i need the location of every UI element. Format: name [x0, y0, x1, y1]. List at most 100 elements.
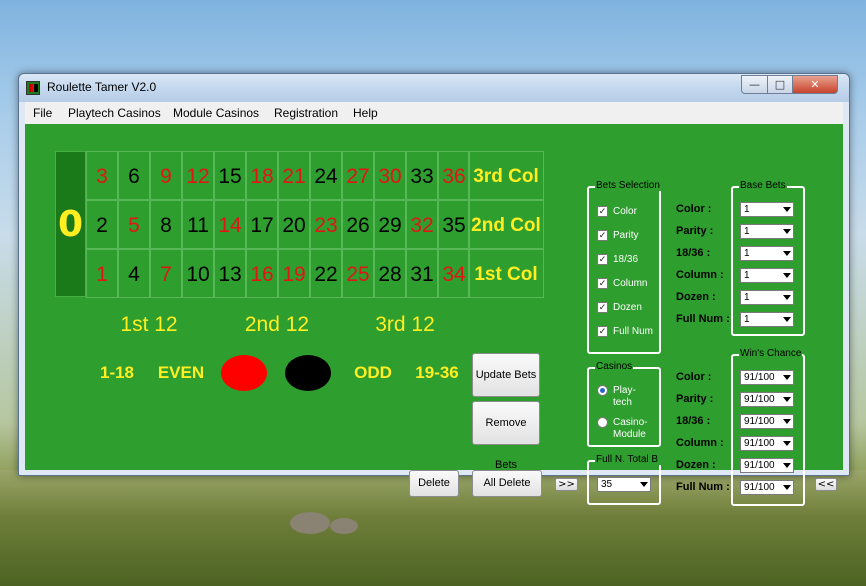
number-19[interactable]: 19 — [278, 249, 310, 298]
number-18[interactable]: 18 — [246, 151, 278, 200]
red-bet[interactable] — [221, 355, 267, 391]
full-total-select[interactable]: 35 — [597, 477, 651, 492]
bets-selection-full-num[interactable]: ✓ Full Num — [597, 326, 653, 337]
wins-chance-select[interactable]: 91/100 — [740, 480, 794, 495]
dozen-2-bet[interactable]: 2nd 12 — [213, 300, 341, 349]
expand-button[interactable]: >> — [555, 478, 578, 491]
number-12[interactable]: 12 — [182, 151, 214, 200]
odd-bet[interactable]: ODD — [341, 349, 405, 397]
number-2[interactable]: 2 — [86, 200, 118, 249]
number-21[interactable]: 21 — [278, 151, 310, 200]
checkbox-icon[interactable]: ✓ — [597, 326, 608, 337]
base-bet-select[interactable]: 1 — [740, 290, 794, 305]
number-8[interactable]: 8 — [150, 200, 182, 249]
bets-selection-column[interactable]: ✓ Column — [597, 278, 647, 289]
black-bet[interactable] — [285, 355, 331, 391]
base-bet-select[interactable]: 1 — [740, 246, 794, 261]
number-5[interactable]: 5 — [118, 200, 150, 249]
bets-selection-title: Bets Selection — [595, 180, 661, 191]
number-31[interactable]: 31 — [406, 249, 438, 298]
number-13[interactable]: 13 — [214, 249, 246, 298]
checkbox-label: Dozen — [613, 302, 642, 314]
number-22[interactable]: 22 — [310, 249, 342, 298]
menu-help[interactable]: Help — [353, 106, 378, 120]
base-bet-select[interactable]: 1 — [740, 224, 794, 239]
collapse-button[interactable]: << — [815, 478, 837, 491]
high-19-36-bet[interactable]: 19-36 — [405, 349, 469, 397]
bets-selection-parity[interactable]: ✓ Parity — [597, 230, 639, 241]
checkbox-icon[interactable]: ✓ — [597, 278, 608, 289]
number-28[interactable]: 28 — [374, 249, 406, 298]
base-bet-select[interactable]: 1 — [740, 202, 794, 217]
number-20[interactable]: 20 — [278, 200, 310, 249]
wins-chance-label: Dozen : — [676, 459, 716, 471]
number-zero[interactable]: 0 — [55, 151, 86, 297]
menu-module-casinos[interactable]: Module Casinos — [173, 106, 259, 120]
base-bet-select[interactable]: 1 — [740, 268, 794, 283]
bets-selection-color[interactable]: ✓ Color — [597, 206, 637, 217]
number-33[interactable]: 33 — [406, 151, 438, 200]
full-total-title: Full N. Total B — [595, 454, 661, 465]
radio-playtech[interactable]: Play-tech — [597, 385, 657, 409]
column-1-bet[interactable]: 1st Col — [468, 249, 544, 298]
number-36[interactable]: 36 — [438, 151, 470, 200]
number-4[interactable]: 4 — [118, 249, 150, 298]
checkbox-icon[interactable]: ✓ — [597, 254, 608, 265]
dozen-1-bet[interactable]: 1st 12 — [85, 300, 213, 349]
checkbox-icon[interactable]: ✓ — [597, 230, 608, 241]
number-27[interactable]: 27 — [342, 151, 374, 200]
number-26[interactable]: 26 — [342, 200, 374, 249]
delete-button[interactable]: Delete — [409, 470, 459, 497]
number-34[interactable]: 34 — [438, 249, 470, 298]
number-7[interactable]: 7 — [150, 249, 182, 298]
radio-icon[interactable] — [597, 385, 608, 396]
menu-file[interactable]: File — [33, 106, 52, 120]
number-17[interactable]: 17 — [246, 200, 278, 249]
number-1[interactable]: 1 — [86, 249, 118, 298]
menu-registration[interactable]: Registration — [274, 106, 338, 120]
low-1-18-bet[interactable]: 1-18 — [85, 349, 149, 397]
remove-bets-button[interactable]: Remove Bets — [472, 401, 540, 471]
select-value: 1 — [744, 270, 750, 281]
number-29[interactable]: 29 — [374, 200, 406, 249]
column-3-bet[interactable]: 3rd Col — [468, 151, 544, 200]
base-bet-select[interactable]: 1 — [740, 312, 794, 327]
checkbox-icon[interactable]: ✓ — [597, 206, 608, 217]
number-32[interactable]: 32 — [406, 200, 438, 249]
maximize-button[interactable]: □ — [767, 75, 793, 94]
even-bet[interactable]: EVEN — [149, 349, 213, 397]
wins-chance-select[interactable]: 91/100 — [740, 458, 794, 473]
number-11[interactable]: 11 — [182, 200, 214, 249]
wins-chance-select[interactable]: 91/100 — [740, 370, 794, 385]
number-25[interactable]: 25 — [342, 249, 374, 298]
menu-playtech-casinos[interactable]: Playtech Casinos — [68, 106, 161, 120]
update-bets-button[interactable]: Update Bets — [472, 353, 540, 397]
bets-selection-dozen[interactable]: ✓ Dozen — [597, 302, 642, 313]
bets-selection-18-36[interactable]: ✓ 18/36 — [597, 254, 638, 265]
number-15[interactable]: 15 — [214, 151, 246, 200]
number-35[interactable]: 35 — [438, 200, 470, 249]
number-24[interactable]: 24 — [310, 151, 342, 200]
column-2-bet[interactable]: 2nd Col — [468, 200, 544, 249]
number-23[interactable]: 23 — [310, 200, 342, 249]
title-bar[interactable]: Roulette Tamer V2.0 — □ ✕ — [19, 74, 849, 102]
number-6[interactable]: 6 — [118, 151, 150, 200]
radio-icon[interactable] — [597, 417, 608, 428]
radio-casino-module[interactable]: Casino-Module — [597, 417, 657, 441]
close-button[interactable]: ✕ — [792, 75, 838, 94]
all-delete-button[interactable]: All Delete — [472, 470, 542, 497]
window-title: Roulette Tamer V2.0 — [47, 80, 157, 94]
number-14[interactable]: 14 — [214, 200, 246, 249]
number-3[interactable]: 3 — [86, 151, 118, 200]
number-16[interactable]: 16 — [246, 249, 278, 298]
wins-chance-select[interactable]: 91/100 — [740, 436, 794, 451]
dozen-3-bet[interactable]: 3rd 12 — [341, 300, 469, 349]
checkbox-icon[interactable]: ✓ — [597, 302, 608, 313]
number-30[interactable]: 30 — [374, 151, 406, 200]
number-9[interactable]: 9 — [150, 151, 182, 200]
number-10[interactable]: 10 — [182, 249, 214, 298]
wins-chance-select[interactable]: 91/100 — [740, 392, 794, 407]
minimize-button[interactable]: — — [741, 75, 768, 94]
chevron-down-icon — [783, 251, 791, 256]
wins-chance-select[interactable]: 91/100 — [740, 414, 794, 429]
